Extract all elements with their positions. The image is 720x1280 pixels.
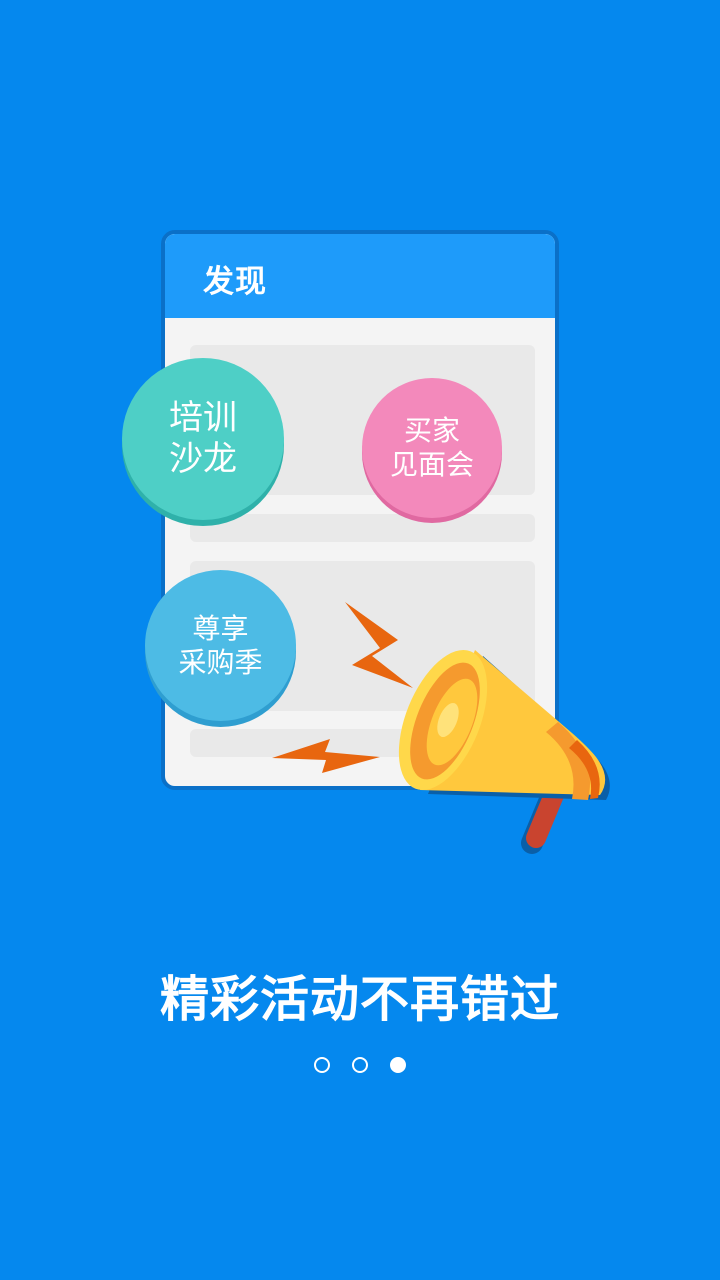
bubble-label-line2: 采购季 xyxy=(178,645,263,679)
bubble-label-line2: 沙龙 xyxy=(169,439,237,479)
bubble-label-line2: 见面会 xyxy=(389,448,474,481)
placeholder-bar xyxy=(190,514,535,542)
buyer-meetup-bubble: 买家 见面会 xyxy=(362,378,502,518)
card-header: 发现 xyxy=(165,234,555,318)
lightning-icon xyxy=(272,739,380,773)
page-dot[interactable] xyxy=(314,1057,330,1073)
onboarding-headline: 精彩活动不再错过 xyxy=(159,971,560,1028)
bubble-label-line1: 买家 xyxy=(403,414,460,448)
bubble-label-line1: 尊享 xyxy=(192,611,249,645)
page-dot-active[interactable] xyxy=(390,1057,406,1073)
megaphone-icon xyxy=(272,602,610,854)
training-salon-bubble: 培训 沙龙 xyxy=(122,358,284,520)
lightning-icon xyxy=(345,602,413,688)
page-indicator xyxy=(0,1057,720,1073)
bubble-label-line1: 培训 xyxy=(169,398,237,439)
card-title: 发现 xyxy=(203,264,267,300)
page-dot[interactable] xyxy=(352,1057,368,1073)
onboarding-illustration: 发现 培训 沙龙 买家 见面会 尊享 采购季 xyxy=(0,0,720,900)
